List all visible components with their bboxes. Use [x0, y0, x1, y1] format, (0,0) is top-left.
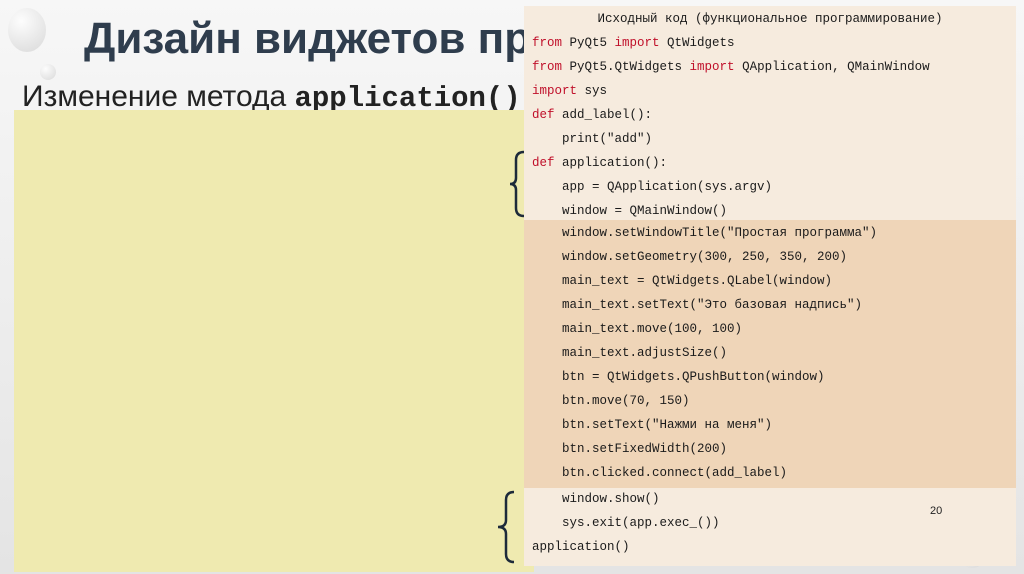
code-line: sys.exit(app.exec_()) [532, 516, 720, 530]
code-line: main_text.setText("Это базовая надпись") [532, 298, 863, 312]
code-line: def application(): [532, 156, 668, 170]
code-line: main_text = QtWidgets.QLabel(window) [532, 274, 833, 288]
water-drop-decoration [40, 64, 56, 80]
code-line: app = QApplication(sys.argv) [532, 180, 773, 194]
code-line: from PyQt5 import QtWidgets [532, 36, 735, 50]
water-drop-decoration [8, 8, 46, 52]
code-header: Исходный код (функциональное программиро… [597, 12, 943, 26]
code-line: window.setWindowTitle("Простая программа… [532, 226, 878, 240]
code-line: window.setGeometry(300, 250, 350, 200) [532, 250, 848, 264]
page-number: 20 [930, 505, 943, 517]
code-line: main_text.adjustSize() [532, 346, 728, 360]
code-line: def add_label(): [532, 108, 653, 122]
code-panel: Исходный код (функциональное программиро… [524, 6, 1016, 566]
code-line: btn.clicked.connect(add_label) [532, 466, 788, 480]
code-line: window = QMainWindow() [532, 204, 728, 218]
code-line: application() [532, 540, 630, 554]
subtitle-text: Изменение метода [22, 80, 287, 113]
code-line: btn = QtWidgets.QPushButton(window) [532, 370, 825, 384]
code-line: import sys [532, 84, 608, 98]
left-curly-brace-icon [497, 490, 515, 564]
content-panel [14, 110, 534, 572]
code-line: from PyQt5.QtWidgets import QApplication… [532, 60, 930, 74]
left-curly-brace-icon [509, 150, 525, 218]
code-line: main_text.move(100, 100) [532, 322, 743, 336]
slide-title: Дизайн виджетов при [84, 14, 559, 63]
code-line: print("add") [532, 132, 653, 146]
code-line: window.show() [532, 492, 660, 506]
code-line: btn.setFixedWidth(200) [532, 442, 728, 456]
code-line: btn.move(70, 150) [532, 394, 690, 408]
code-line: btn.setText("Нажми на меня") [532, 418, 773, 432]
